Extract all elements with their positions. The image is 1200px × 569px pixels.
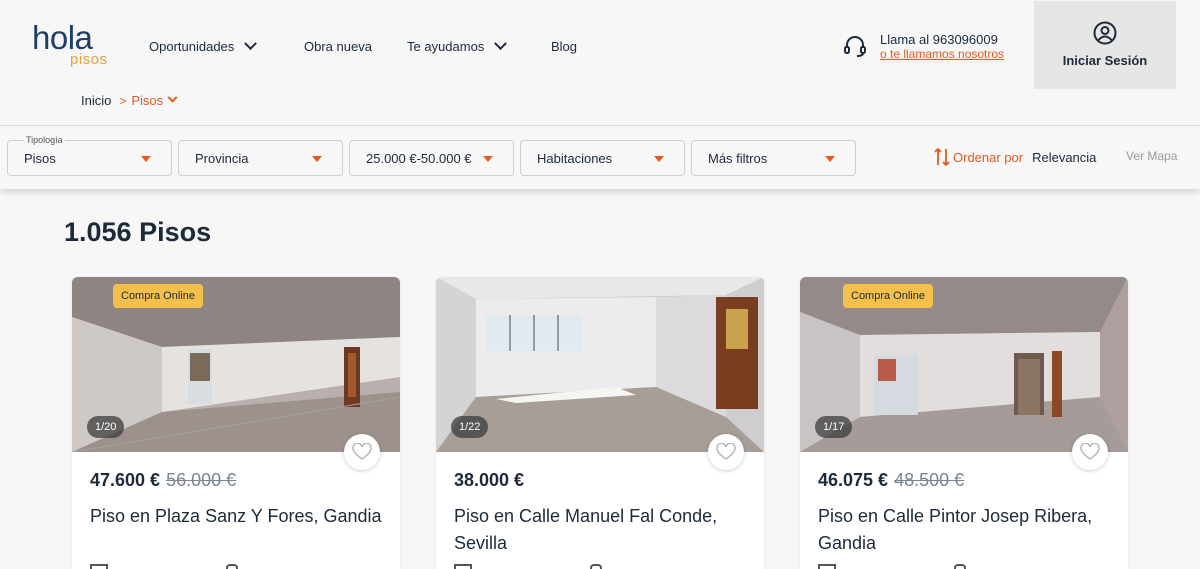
caret-down-icon (141, 156, 151, 162)
chevron-down-icon (167, 92, 178, 103)
listing-photo[interactable]: Compra Online 1/20 (72, 277, 400, 452)
listing-card[interactable]: Compra Online 1/20 47.600 €56.000 € Piso… (72, 277, 400, 569)
listing-photo[interactable]: 1/22 (436, 277, 764, 452)
compra-online-badge: Compra Online (113, 284, 203, 308)
chevron-down-icon (494, 36, 508, 50)
heart-icon (352, 443, 372, 460)
favorite-button[interactable] (1072, 434, 1108, 470)
bath-icon (954, 564, 966, 569)
rooms-icon (818, 564, 836, 569)
breadcrumb-home-link[interactable]: Inicio (81, 93, 111, 108)
nav-oportunidades[interactable]: Oportunidades (149, 36, 258, 55)
headset-icon (844, 36, 866, 57)
breadcrumb: Inicio > Pisos (81, 92, 178, 108)
listing-specs (818, 564, 1118, 569)
site-header: hola pisos Oportunidades Obra nueva Te a… (0, 0, 1200, 126)
sort-label: Ordenar por (953, 149, 1024, 165)
nav-obra-nueva-label: Obra nueva (304, 38, 372, 54)
listing-price: 47.600 €56.000 € (90, 470, 236, 491)
photo-counter: 1/17 (815, 416, 853, 438)
phone-number-text: Llama al 963096009 (880, 32, 998, 47)
precio-value: 25.000 €-50.000 € (366, 151, 472, 166)
bath-icon (590, 564, 602, 569)
nav-te-ayudamos-label: Te ayudamos (407, 38, 485, 54)
listing-price: 38.000 € (454, 470, 524, 491)
habitaciones-select[interactable]: Habitaciones (520, 140, 685, 176)
listing-price: 46.075 €48.500 € (818, 470, 964, 491)
nav-blog-label: Blog (551, 38, 578, 54)
phone-contact: Llama al 963096009 o te llamamos nosotro… (843, 32, 1023, 66)
breadcrumb-separator: > (119, 93, 127, 108)
callback-link[interactable]: o te llamamos nosotros (880, 47, 1004, 61)
bath-icon (226, 564, 238, 569)
listing-title[interactable]: Piso en Calle Manuel Fal Conde, Sevilla (454, 503, 754, 557)
price-old: 56.000 € (166, 470, 237, 490)
listing-photo[interactable]: Compra Online 1/17 (800, 277, 1128, 452)
photo-counter: 1/20 (87, 416, 125, 438)
filter-bar: Tipología Pisos Provincia 25.000 €-50.00… (0, 127, 1200, 189)
listing-specs (90, 564, 390, 569)
user-circle-icon (1093, 21, 1117, 45)
caret-down-icon (312, 156, 322, 162)
mas-filtros-select[interactable]: Más filtros (691, 140, 856, 176)
listing-card[interactable]: 1/22 38.000 € Piso en Calle Manuel Fal C… (436, 277, 764, 569)
tipologia-select[interactable]: Tipología Pisos (7, 135, 172, 176)
login-button[interactable]: Iniciar Sesión (1034, 1, 1176, 89)
price-old: 48.500 € (894, 470, 965, 490)
listing-title[interactable]: Piso en Plaza Sanz Y Fores, Gandia (90, 503, 390, 530)
rooms-icon (454, 564, 472, 569)
mas-filtros-value: Más filtros (708, 151, 768, 166)
nav-oportunidades-label: Oportunidades (149, 38, 235, 54)
favorite-button[interactable] (344, 434, 380, 470)
breadcrumb-current[interactable]: Pisos (131, 92, 178, 108)
compra-online-badge: Compra Online (843, 284, 933, 308)
price-current: 47.600 € (90, 470, 161, 490)
caret-down-icon (654, 156, 664, 162)
results-count-title: 1.056 Pisos (64, 217, 212, 247)
tipologia-label: Tipología (24, 135, 65, 145)
hola-pisos-logo[interactable]: hola pisos (32, 20, 122, 70)
favorite-button[interactable] (708, 434, 744, 470)
tipologia-value: Pisos (24, 151, 56, 166)
nav-te-ayudamos[interactable]: Te ayudamos (407, 36, 508, 55)
caret-down-icon (825, 156, 835, 162)
breadcrumb-current-label: Pisos (131, 93, 164, 108)
listing-card[interactable]: Compra Online 1/17 46.075 €48.500 € Piso… (800, 277, 1128, 569)
heart-icon (1080, 443, 1100, 460)
listing-title[interactable]: Piso en Calle Pintor Josep Ribera, Gandi… (818, 503, 1118, 557)
habitaciones-value: Habitaciones (537, 151, 613, 166)
rooms-icon (90, 564, 108, 569)
price-current: 38.000 € (454, 470, 525, 490)
ver-mapa-link[interactable]: Ver Mapa (1126, 149, 1177, 163)
login-label: Iniciar Sesión (1062, 53, 1148, 68)
photo-counter: 1/22 (451, 416, 489, 438)
logo-sub-text: pisos (70, 51, 108, 68)
sort-arrows-icon (934, 147, 950, 167)
price-current: 46.075 € (818, 470, 889, 490)
sort-control[interactable]: Ordenar por Relevancia (934, 147, 1096, 167)
listing-specs (454, 564, 754, 569)
heart-icon (716, 443, 736, 460)
chevron-down-icon (244, 36, 258, 50)
nav-obra-nueva[interactable]: Obra nueva (304, 37, 372, 55)
precio-select[interactable]: 25.000 €-50.000 € (349, 140, 514, 176)
provincia-value: Provincia (195, 151, 249, 166)
nav-blog[interactable]: Blog (551, 37, 577, 55)
sort-value[interactable]: Relevancia (1032, 150, 1096, 165)
provincia-select[interactable]: Provincia (178, 140, 343, 176)
caret-down-icon (483, 156, 493, 162)
